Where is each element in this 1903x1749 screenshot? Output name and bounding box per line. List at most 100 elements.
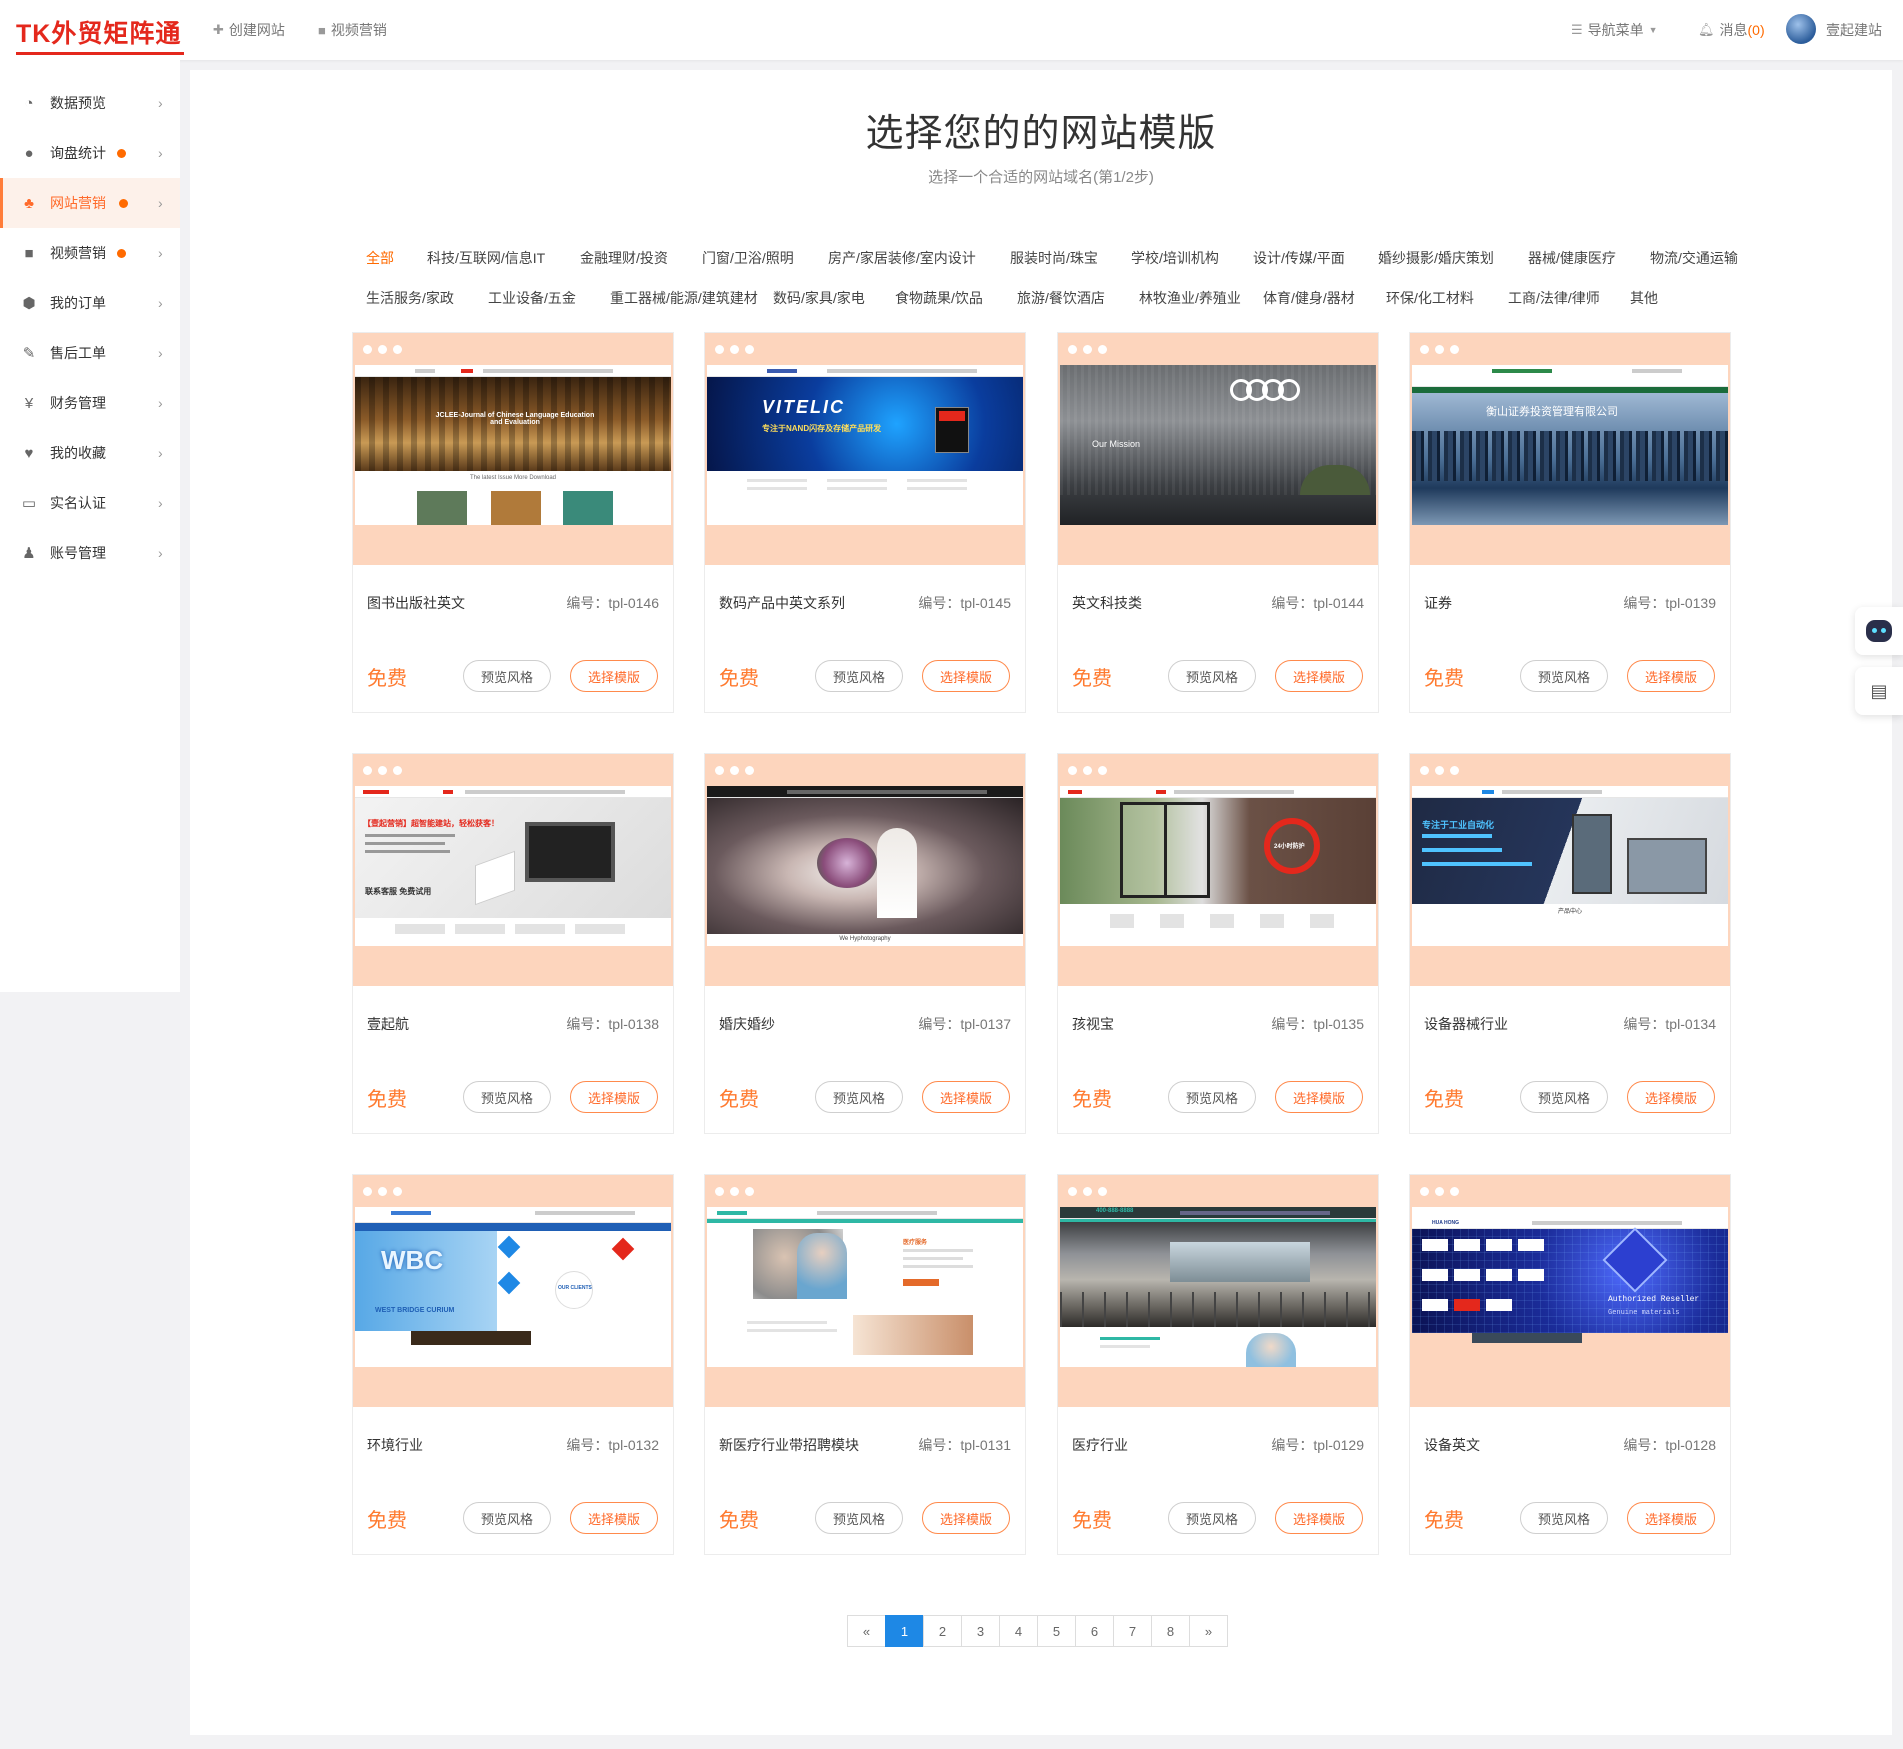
select-template-button[interactable]: 选择模版 (1627, 1502, 1715, 1534)
pagination-page-2[interactable]: 2 (923, 1615, 962, 1647)
preview-style-button[interactable]: 预览风格 (1168, 1081, 1256, 1113)
preview-style-button[interactable]: 预览风格 (463, 1502, 551, 1534)
preview-style-button[interactable]: 预览风格 (1520, 660, 1608, 692)
select-template-button[interactable]: 选择模版 (922, 1081, 1010, 1113)
category-environment[interactable]: 环保/化工材料 (1386, 288, 1474, 308)
messages-link[interactable]: 🔔︎ 消息 (0) (1698, 20, 1765, 40)
category-all[interactable]: 全部 (366, 248, 394, 268)
category-agriculture[interactable]: 林牧渔业/养殖业 (1139, 288, 1241, 308)
category-realestate[interactable]: 房产/家居装修/室内设计 (828, 248, 976, 268)
select-template-button[interactable]: 选择模版 (1275, 660, 1363, 692)
audi-rings (1230, 379, 1300, 401)
template-card: 24小时防护 孩视宝 编号：tpl-0135 免费 预览风格 选择模版 (1057, 753, 1379, 1134)
template-price: 免费 (719, 1089, 759, 1111)
template-preview-frame[interactable]: JCLEE-Journal of Chinese Language Educat… (353, 333, 673, 565)
sidebar-item-label: 视频营销 (50, 245, 106, 261)
sidebar-item-data-preview[interactable]: ◔ 数据预览 › (0, 78, 180, 128)
pagination-page-4[interactable]: 4 (999, 1615, 1038, 1647)
category-design[interactable]: 设计/传媒/平面 (1253, 248, 1345, 268)
preview-style-button[interactable]: 预览风格 (463, 660, 551, 692)
template-preview-frame[interactable]: We Hyphotography (705, 754, 1025, 986)
template-preview-frame[interactable]: Our Mission (1058, 333, 1378, 565)
window-dots (715, 345, 754, 354)
video-camera-icon: ■ (318, 22, 326, 38)
category-food[interactable]: 食物蔬果/饮品 (895, 288, 983, 308)
template-preview-frame[interactable]: 400-888-8888 (1058, 1175, 1378, 1407)
preview-style-button[interactable]: 预览风格 (815, 660, 903, 692)
template-preview-frame[interactable]: 衡山证券投资管理有限公司 (1410, 333, 1730, 565)
preview-style-button[interactable]: 预览风格 (1520, 1502, 1608, 1534)
preview-style-button[interactable]: 预览风格 (815, 1502, 903, 1534)
preview-style-button[interactable]: 预览风格 (463, 1081, 551, 1113)
logo[interactable]: TK外贸矩阵通 (16, 14, 181, 50)
sidebar-item-verification[interactable]: ▭ 实名认证 › (0, 478, 180, 528)
nav-video-marketing[interactable]: ■ 视频营销 (318, 20, 387, 40)
preview-style-button[interactable]: 预览风格 (1168, 660, 1256, 692)
nav-menu-dropdown[interactable]: ☰ 导航菜单 ▼ (1571, 20, 1658, 40)
user-name[interactable]: 壹起建站 (1826, 20, 1882, 40)
category-life-services[interactable]: 生活服务/家政 (366, 288, 454, 308)
select-template-button[interactable]: 选择模版 (1627, 1081, 1715, 1113)
select-template-button[interactable]: 选择模版 (570, 1081, 658, 1113)
template-name: 医疗行业 (1072, 1437, 1128, 1453)
pagination-page-8[interactable]: 8 (1151, 1615, 1190, 1647)
pagination-prev[interactable]: « (847, 1615, 886, 1647)
template-code: 编号：tpl-0128 (1623, 1437, 1716, 1453)
select-template-button[interactable]: 选择模版 (1275, 1081, 1363, 1113)
template-preview-frame[interactable]: HUA HONG Authorized Reseller Genuine mat… (1410, 1175, 1730, 1407)
category-logistics[interactable]: 物流/交通运输 (1650, 248, 1738, 268)
category-legal[interactable]: 工商/法律/律师 (1508, 288, 1600, 308)
feedback-button[interactable]: ▤ (1855, 667, 1903, 715)
sidebar-item-account[interactable]: ♟ 账号管理 › (0, 528, 180, 578)
pagination-page-7[interactable]: 7 (1113, 1615, 1152, 1647)
preview-style-button[interactable]: 预览风格 (1168, 1502, 1256, 1534)
category-industrial[interactable]: 工业设备/五金 (488, 288, 576, 308)
select-template-button[interactable]: 选择模版 (922, 1502, 1010, 1534)
category-digital[interactable]: 数码/家具/家电 (773, 288, 865, 308)
avatar[interactable] (1786, 14, 1816, 44)
template-preview-frame[interactable]: 专注于工业自动化 产品中心 (1410, 754, 1730, 986)
nav-create-site[interactable]: ✚ 创建网站 (213, 20, 285, 40)
sidebar-item-finance[interactable]: ¥ 财务管理 › (0, 378, 180, 428)
template-name: 孩视宝 (1072, 1016, 1114, 1032)
sidebar-item-inquiry-stats[interactable]: ● 询盘统计 › (0, 128, 180, 178)
template-price: 免费 (367, 1510, 407, 1532)
chatbot-button[interactable] (1855, 607, 1903, 655)
pagination-page-3[interactable]: 3 (961, 1615, 1000, 1647)
select-template-button[interactable]: 选择模版 (570, 1502, 658, 1534)
template-preview-frame[interactable]: 医疗服务 (705, 1175, 1025, 1407)
template-preview-frame[interactable]: VITELIC 专注于NAND闪存及存储产品研发 (705, 333, 1025, 565)
category-wedding[interactable]: 婚纱摄影/婚庆策划 (1378, 248, 1494, 268)
category-doors[interactable]: 门窗/卫浴/照明 (702, 248, 794, 268)
sidebar-item-website-marketing[interactable]: ♣ 网站营销 › (0, 178, 180, 228)
select-template-button[interactable]: 选择模版 (1275, 1502, 1363, 1534)
template-card: HUA HONG Authorized Reseller Genuine mat… (1409, 1174, 1731, 1555)
category-school[interactable]: 学校/培训机构 (1131, 248, 1219, 268)
category-fashion[interactable]: 服装时尚/珠宝 (1010, 248, 1098, 268)
pagination-page-6[interactable]: 6 (1075, 1615, 1114, 1647)
category-finance[interactable]: 金融理财/投资 (580, 248, 668, 268)
sidebar-item-my-orders[interactable]: ⬢ 我的订单 › (0, 278, 180, 328)
pagination-page-1[interactable]: 1 (885, 1615, 924, 1647)
category-travel[interactable]: 旅游/餐饮酒店 (1017, 288, 1105, 308)
preview-style-button[interactable]: 预览风格 (815, 1081, 903, 1113)
sidebar-item-video-marketing[interactable]: ■ 视频营销 › (0, 228, 180, 278)
select-template-button[interactable]: 选择模版 (1627, 660, 1715, 692)
select-template-button[interactable]: 选择模版 (922, 660, 1010, 692)
template-thumbnail: HUA HONG Authorized Reseller Genuine mat… (1412, 1207, 1728, 1367)
category-medical[interactable]: 器械/健康医疗 (1528, 248, 1616, 268)
category-tech[interactable]: 科技/互联网/信息IT (427, 248, 545, 268)
sidebar-item-support-tickets[interactable]: ✎ 售后工单 › (0, 328, 180, 378)
template-name: 设备器械行业 (1424, 1016, 1508, 1032)
pagination-next[interactable]: » (1189, 1615, 1228, 1647)
pagination-page-5[interactable]: 5 (1037, 1615, 1076, 1647)
template-preview-frame[interactable]: 【壹起营销】超智能建站，轻松获客！ 联系客服 免费试用 (353, 754, 673, 986)
category-other[interactable]: 其他 (1630, 288, 1658, 308)
template-preview-frame[interactable]: WBC WEST BRIDGE CURIUM OUR CLIENTS (353, 1175, 673, 1407)
preview-style-button[interactable]: 预览风格 (1520, 1081, 1608, 1113)
select-template-button[interactable]: 选择模版 (570, 660, 658, 692)
template-preview-frame[interactable]: 24小时防护 (1058, 754, 1378, 986)
category-heavy[interactable]: 重工器械/能源/建筑建材 (610, 288, 758, 308)
category-sports[interactable]: 体育/健身/器材 (1263, 288, 1355, 308)
sidebar-item-favorites[interactable]: ♥ 我的收藏 › (0, 428, 180, 478)
